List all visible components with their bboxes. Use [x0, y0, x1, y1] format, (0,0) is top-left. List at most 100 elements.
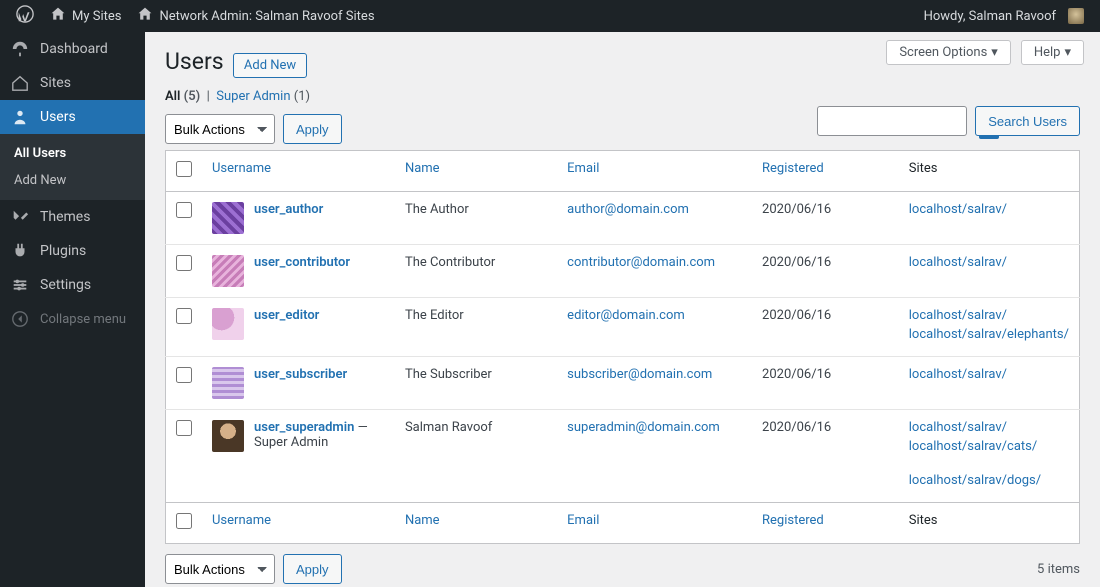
name-cell: The Contributor — [395, 245, 557, 298]
sidebar-subitem-add-new[interactable]: Add New — [0, 167, 145, 194]
email-link[interactable]: author@domain.com — [567, 202, 689, 217]
help-button[interactable]: Help ▾ — [1021, 40, 1084, 65]
site-link[interactable]: localhost/salrav/ — [909, 420, 1069, 435]
home-icon — [50, 6, 66, 26]
sidebar-item-label: Sites — [40, 75, 71, 91]
sidebar-submenu-users: All Users Add New — [0, 134, 145, 200]
col-username[interactable]: Username — [202, 151, 395, 192]
col-email[interactable]: Email — [557, 503, 752, 544]
filter-all[interactable]: All (5) — [165, 89, 200, 104]
sites-cell: localhost/salrav/ — [899, 245, 1080, 298]
howdy-label: Howdy, Salman Ravoof — [924, 9, 1056, 24]
site-link[interactable]: localhost/salrav/ — [909, 202, 1069, 217]
search-users-button[interactable]: Search Users — [975, 106, 1080, 136]
avatar — [212, 308, 244, 340]
sidebar-item-label: Dashboard — [40, 41, 108, 57]
sidebar-item-plugins[interactable]: Plugins — [0, 234, 145, 268]
col-username[interactable]: Username — [202, 503, 395, 544]
username-link[interactable]: user_editor — [254, 308, 319, 323]
select-all-checkbox[interactable] — [176, 161, 192, 177]
users-table: Username Name Email Registered Sites use… — [165, 150, 1080, 544]
network-admin-label: Network Admin: Salman Ravoof Sites — [159, 9, 374, 24]
themes-icon — [10, 208, 30, 226]
select-all-checkbox-bottom[interactable] — [176, 513, 192, 529]
collapse-menu[interactable]: Collapse menu — [0, 302, 145, 336]
howdy-link[interactable]: Howdy, Salman Ravoof — [916, 0, 1092, 32]
row-checkbox[interactable] — [176, 420, 192, 436]
screen-options-button[interactable]: Screen Options ▾ — [886, 40, 1011, 65]
col-email[interactable]: Email — [557, 151, 752, 192]
wp-logo[interactable] — [8, 0, 42, 32]
site-link[interactable]: localhost/salrav/cats/ — [909, 439, 1069, 454]
apply-button-bottom[interactable]: Apply — [283, 554, 342, 584]
admin-sidebar: Dashboard Sites Users All Users Add New … — [0, 32, 145, 587]
email-link[interactable]: superadmin@domain.com — [567, 420, 720, 435]
col-sites: Sites — [899, 503, 1080, 544]
username-link[interactable]: user_author — [254, 202, 323, 217]
content-area: Screen Options ▾ Help ▾ Users Add New Al… — [145, 32, 1100, 587]
wordpress-icon — [16, 5, 34, 27]
email-link[interactable]: editor@domain.com — [567, 308, 685, 323]
registered-cell: 2020/06/16 — [752, 298, 899, 357]
collapse-icon — [10, 310, 30, 328]
site-link[interactable]: localhost/salrav/elephants/ — [909, 327, 1069, 342]
search-input[interactable] — [817, 106, 967, 136]
name-cell: Salman Ravoof — [395, 410, 557, 503]
sidebar-item-themes[interactable]: Themes — [0, 200, 145, 234]
sites-cell: localhost/salrav/localhost/salrav/elepha… — [899, 298, 1080, 357]
email-link[interactable]: contributor@domain.com — [567, 255, 715, 270]
network-admin-link[interactable]: Network Admin: Salman Ravoof Sites — [129, 0, 382, 32]
row-checkbox[interactable] — [176, 367, 192, 383]
row-checkbox[interactable] — [176, 255, 192, 271]
tablenav-bottom: Bulk Actions Apply 5 items — [165, 554, 1080, 584]
site-link[interactable]: localhost/salrav/ — [909, 255, 1069, 270]
table-row: user_contributor The Contributor contribut… — [166, 245, 1080, 298]
bulk-actions-select-bottom[interactable]: Bulk Actions — [165, 554, 275, 584]
page-title: Users — [165, 48, 224, 75]
registered-cell: 2020/06/16 — [752, 357, 899, 410]
my-sites-link[interactable]: My Sites — [42, 0, 129, 32]
filter-super-admin[interactable]: Super Admin (1) — [216, 89, 310, 104]
col-registered[interactable]: Registered — [752, 151, 899, 192]
name-cell: The Author — [395, 192, 557, 245]
row-checkbox[interactable] — [176, 308, 192, 324]
sites-icon — [10, 74, 30, 92]
sidebar-item-users[interactable]: Users — [0, 100, 145, 134]
chevron-down-icon: ▾ — [1064, 45, 1071, 60]
registered-cell: 2020/06/16 — [752, 245, 899, 298]
username-link[interactable]: user_subscriber — [254, 367, 347, 382]
sidebar-item-sites[interactable]: Sites — [0, 66, 145, 100]
site-link[interactable]: localhost/salrav/ — [909, 367, 1069, 382]
bulk-actions-select[interactable]: Bulk Actions — [165, 114, 275, 144]
admin-bar: My Sites Network Admin: Salman Ravoof Si… — [0, 0, 1100, 32]
sidebar-item-settings[interactable]: Settings — [0, 268, 145, 302]
email-link[interactable]: subscriber@domain.com — [567, 367, 712, 382]
sidebar-item-label: Users — [40, 109, 76, 125]
chevron-down-icon: ▾ — [991, 45, 998, 60]
col-name[interactable]: Name — [395, 151, 557, 192]
avatar — [212, 255, 244, 287]
col-registered[interactable]: Registered — [752, 503, 899, 544]
col-name[interactable]: Name — [395, 503, 557, 544]
sites-cell: localhost/salrav/ — [899, 192, 1080, 245]
avatar — [212, 420, 244, 452]
sidebar-item-label: Plugins — [40, 243, 86, 259]
username-link[interactable]: user_contributor — [254, 255, 350, 270]
registered-cell: 2020/06/16 — [752, 410, 899, 503]
sidebar-item-label: Settings — [40, 277, 91, 293]
apply-button[interactable]: Apply — [283, 114, 342, 144]
name-cell: The Subscriber — [395, 357, 557, 410]
table-row: user_superadmin — Super AdminSalman Ravo… — [166, 410, 1080, 503]
table-row: user_subscriber The Subscriber subscriber@… — [166, 357, 1080, 410]
add-new-button[interactable]: Add New — [233, 53, 307, 78]
plugins-icon — [10, 242, 30, 260]
row-checkbox[interactable] — [176, 202, 192, 218]
sites-cell: localhost/salrav/ — [899, 357, 1080, 410]
items-count-bottom: 5 items — [1037, 562, 1080, 577]
username-link[interactable]: user_superadmin — [254, 420, 354, 435]
site-link[interactable]: localhost/salrav/ — [909, 308, 1069, 323]
sidebar-item-dashboard[interactable]: Dashboard — [0, 32, 145, 66]
site-link[interactable]: localhost/salrav/dogs/ — [909, 473, 1069, 488]
registered-cell: 2020/06/16 — [752, 192, 899, 245]
sidebar-subitem-all-users[interactable]: All Users — [0, 140, 145, 167]
